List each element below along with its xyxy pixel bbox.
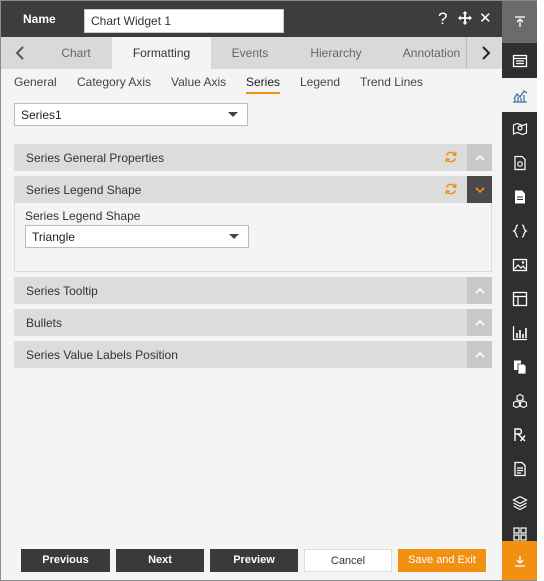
right-sidebar: [502, 1, 537, 580]
legend-shape-body: Series Legend Shape Triangle: [14, 203, 492, 272]
tabs-next-arrow-icon[interactable]: [475, 37, 497, 69]
subtab-general[interactable]: General: [14, 75, 57, 89]
move-arrows-icon: [458, 11, 472, 25]
copy-icon[interactable]: [502, 350, 537, 384]
accordion-series-tooltip[interactable]: Series Tooltip: [14, 277, 492, 304]
grid-icon[interactable]: [502, 520, 537, 541]
save-and-exit-button[interactable]: Save and Exit: [398, 549, 486, 572]
layers-icon[interactable]: [502, 486, 537, 520]
close-icon[interactable]: ✕: [479, 10, 492, 28]
next-button[interactable]: Next: [116, 549, 204, 572]
chevron-up-icon[interactable]: [467, 144, 492, 171]
panel-header: Name ? ✕: [1, 1, 502, 37]
accordion-series-value-labels-position[interactable]: Series Value Labels Position: [14, 341, 492, 368]
legend-shape-label: Series Legend Shape: [25, 209, 141, 223]
subtab-trend-lines[interactable]: Trend Lines: [360, 75, 423, 89]
refresh-icon[interactable]: [444, 182, 458, 196]
cubes-icon[interactable]: [502, 384, 537, 418]
refresh-icon[interactable]: [444, 150, 458, 164]
accordion-title: Series Value Labels Position: [26, 348, 178, 362]
accordion-title: Series General Properties: [26, 151, 165, 165]
image-icon[interactable]: [502, 248, 537, 282]
chevron-down-icon: [228, 112, 238, 117]
cancel-button[interactable]: Cancel: [304, 549, 392, 572]
chevron-down-icon: [229, 234, 239, 239]
accordion-title: Series Legend Shape: [26, 183, 142, 197]
accordion-series-general-properties[interactable]: Series General Properties: [14, 144, 492, 171]
bar-chart-icon[interactable]: [502, 316, 537, 350]
legend-shape-select[interactable]: Triangle: [25, 225, 249, 248]
chevron-up-icon[interactable]: [467, 341, 492, 368]
tabs-prev-arrow-icon[interactable]: [9, 37, 31, 69]
move-icon[interactable]: [457, 10, 473, 31]
dashboard-icon[interactable]: [502, 44, 537, 78]
accordion-bullets[interactable]: Bullets: [14, 309, 492, 336]
previous-button[interactable]: Previous: [21, 549, 110, 572]
accordion-series-legend-shape[interactable]: Series Legend Shape: [14, 176, 492, 203]
series-select[interactable]: Series1: [14, 103, 248, 126]
accordion-title: Bullets: [26, 316, 63, 330]
subtab-legend[interactable]: Legend: [300, 75, 340, 89]
preview-button[interactable]: Preview: [210, 549, 298, 572]
help-icon[interactable]: ?: [438, 10, 447, 28]
map-icon[interactable]: [502, 112, 537, 146]
tab-annotation[interactable]: Annotation: [397, 37, 467, 69]
chart-icon[interactable]: [502, 78, 537, 112]
main-tabs: Chart Formatting Events Hierarchy Annota…: [1, 37, 502, 69]
tab-events[interactable]: Events: [222, 37, 278, 69]
name-label: Name: [23, 12, 56, 26]
subtab-series[interactable]: Series: [246, 75, 281, 94]
chevron-up-icon[interactable]: [467, 277, 492, 304]
code-braces-icon[interactable]: [502, 214, 537, 248]
tab-formatting[interactable]: Formatting: [112, 37, 211, 69]
collapse-up-icon[interactable]: [502, 1, 537, 43]
subtab-category-axis[interactable]: Category Axis: [77, 75, 151, 89]
report-icon[interactable]: [502, 452, 537, 486]
chevron-down-icon[interactable]: [467, 176, 492, 203]
document-settings-icon[interactable]: [502, 146, 537, 180]
widget-config-panel: Name ? ✕ Chart Formatting Events Hierarc…: [0, 0, 537, 581]
widget-name-input[interactable]: [84, 9, 284, 33]
download-icon[interactable]: [502, 541, 537, 580]
series-select-value: Series1: [21, 108, 62, 122]
accordion-title: Series Tooltip: [26, 284, 98, 298]
subtab-value-axis[interactable]: Value Axis: [171, 75, 226, 89]
rx-icon[interactable]: [502, 418, 537, 452]
chevron-up-icon[interactable]: [467, 309, 492, 336]
tab-chart[interactable]: Chart: [51, 37, 101, 69]
layout-icon[interactable]: [502, 282, 537, 316]
tab-hierarchy[interactable]: Hierarchy: [297, 37, 375, 69]
document-icon[interactable]: [502, 180, 537, 214]
legend-shape-value: Triangle: [32, 230, 75, 244]
